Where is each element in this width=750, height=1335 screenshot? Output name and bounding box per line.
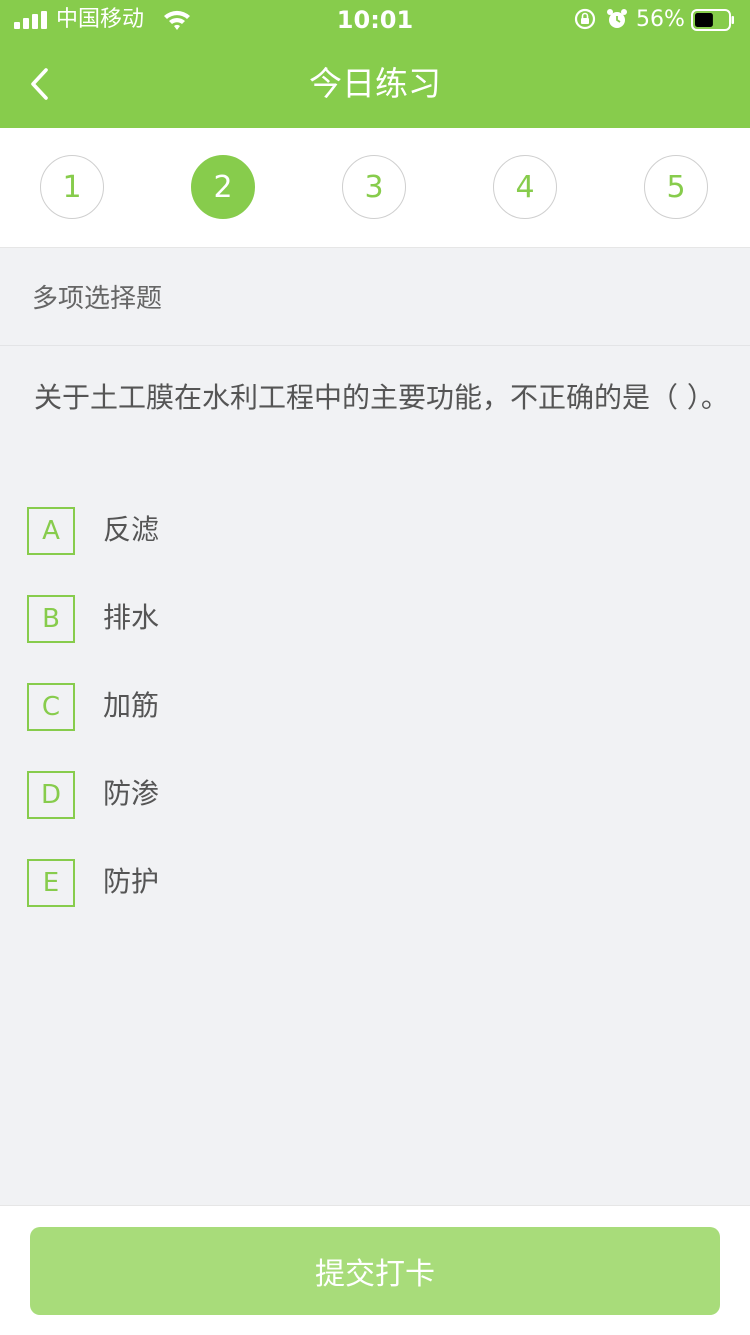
app-header: 中国移动 10:01 56% 今日练习: [0, 0, 750, 128]
alarm-clock-icon: [607, 9, 627, 28]
question-number-nav: 1 2 3 4 5: [0, 128, 750, 248]
option-c[interactable]: C 加筋: [27, 683, 627, 731]
option-letter-box: A: [27, 507, 75, 555]
option-label: 防渗: [103, 777, 160, 810]
option-letter-box: D: [27, 771, 75, 819]
submit-checkin-button[interactable]: 提交打卡: [30, 1227, 720, 1315]
option-label: 反滤: [103, 513, 160, 546]
option-d[interactable]: D 防渗: [27, 771, 627, 819]
rotation-lock-icon: [574, 8, 596, 30]
question-text: 关于土工膜在水利工程中的主要功能，不正确的是（ ）。: [34, 381, 729, 414]
question-type-label: 多项选择题: [32, 284, 163, 314]
status-bar: 中国移动 10:01 56%: [0, 0, 750, 40]
question-number-4[interactable]: 4: [493, 155, 557, 219]
question-number-1[interactable]: 1: [40, 155, 104, 219]
battery-icon: [691, 9, 734, 31]
option-label: 加筋: [103, 689, 160, 722]
option-letter-box: E: [27, 859, 75, 907]
bottom-bar: 提交打卡: [0, 1205, 750, 1335]
option-e[interactable]: E 防护: [27, 859, 627, 907]
option-a[interactable]: A 反滤: [27, 507, 627, 555]
battery-percent: 56%: [636, 7, 685, 32]
option-letter-box: C: [27, 683, 75, 731]
question-number-2[interactable]: 2: [191, 155, 255, 219]
page-title: 今日练习: [309, 64, 441, 103]
option-label: 排水: [103, 601, 160, 634]
option-b[interactable]: B 排水: [27, 595, 627, 643]
question-number-3[interactable]: 3: [342, 155, 406, 219]
option-label: 防护: [103, 865, 160, 898]
option-letter-box: B: [27, 595, 75, 643]
question-type-row: 多项选择题: [0, 248, 750, 346]
question-number-5[interactable]: 5: [644, 155, 708, 219]
